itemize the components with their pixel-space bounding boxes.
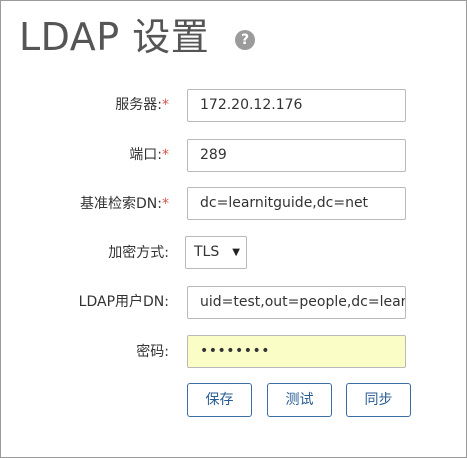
- page-title: LDAP 设置: [19, 15, 210, 59]
- server-label-text: 服务器:: [115, 97, 162, 113]
- base-dn-label-text: 基准检索DN:: [80, 196, 162, 212]
- test-button[interactable]: 测试: [267, 383, 332, 417]
- help-icon[interactable]: ?: [235, 30, 255, 50]
- encryption-selected-value: TLS: [194, 244, 220, 260]
- port-input[interactable]: 289: [187, 139, 406, 172]
- ldap-settings-panel: LDAP 设置 ? 服务器:* 172.20.12.176 端口:* 289 基…: [0, 0, 467, 458]
- password-input[interactable]: ••••••••: [187, 335, 406, 368]
- chevron-down-icon: ▼: [232, 247, 240, 258]
- base-dn-label: 基准检索DN:*: [80, 194, 169, 214]
- password-masked-value: ••••••••: [200, 343, 271, 359]
- save-button[interactable]: 保存: [187, 383, 252, 417]
- server-label: 服务器:*: [115, 95, 169, 115]
- user-dn-input[interactable]: uid=test,out=people,dc=learnitguide: [187, 286, 406, 319]
- port-required-mark: *: [162, 147, 169, 163]
- port-label: 端口:*: [129, 145, 169, 165]
- base-dn-input[interactable]: dc=learnitguide,dc=net: [187, 187, 406, 220]
- base-dn-required-mark: *: [162, 196, 169, 212]
- password-label: 密码:: [136, 344, 169, 360]
- encryption-label: 加密方式:: [108, 245, 169, 261]
- user-dn-label: LDAP用户DN:: [78, 294, 169, 310]
- encryption-select[interactable]: TLS ▼: [185, 236, 247, 269]
- port-label-text: 端口:: [129, 147, 162, 163]
- server-input[interactable]: 172.20.12.176: [187, 89, 406, 122]
- sync-button[interactable]: 同步: [346, 383, 411, 417]
- server-required-mark: *: [162, 97, 169, 113]
